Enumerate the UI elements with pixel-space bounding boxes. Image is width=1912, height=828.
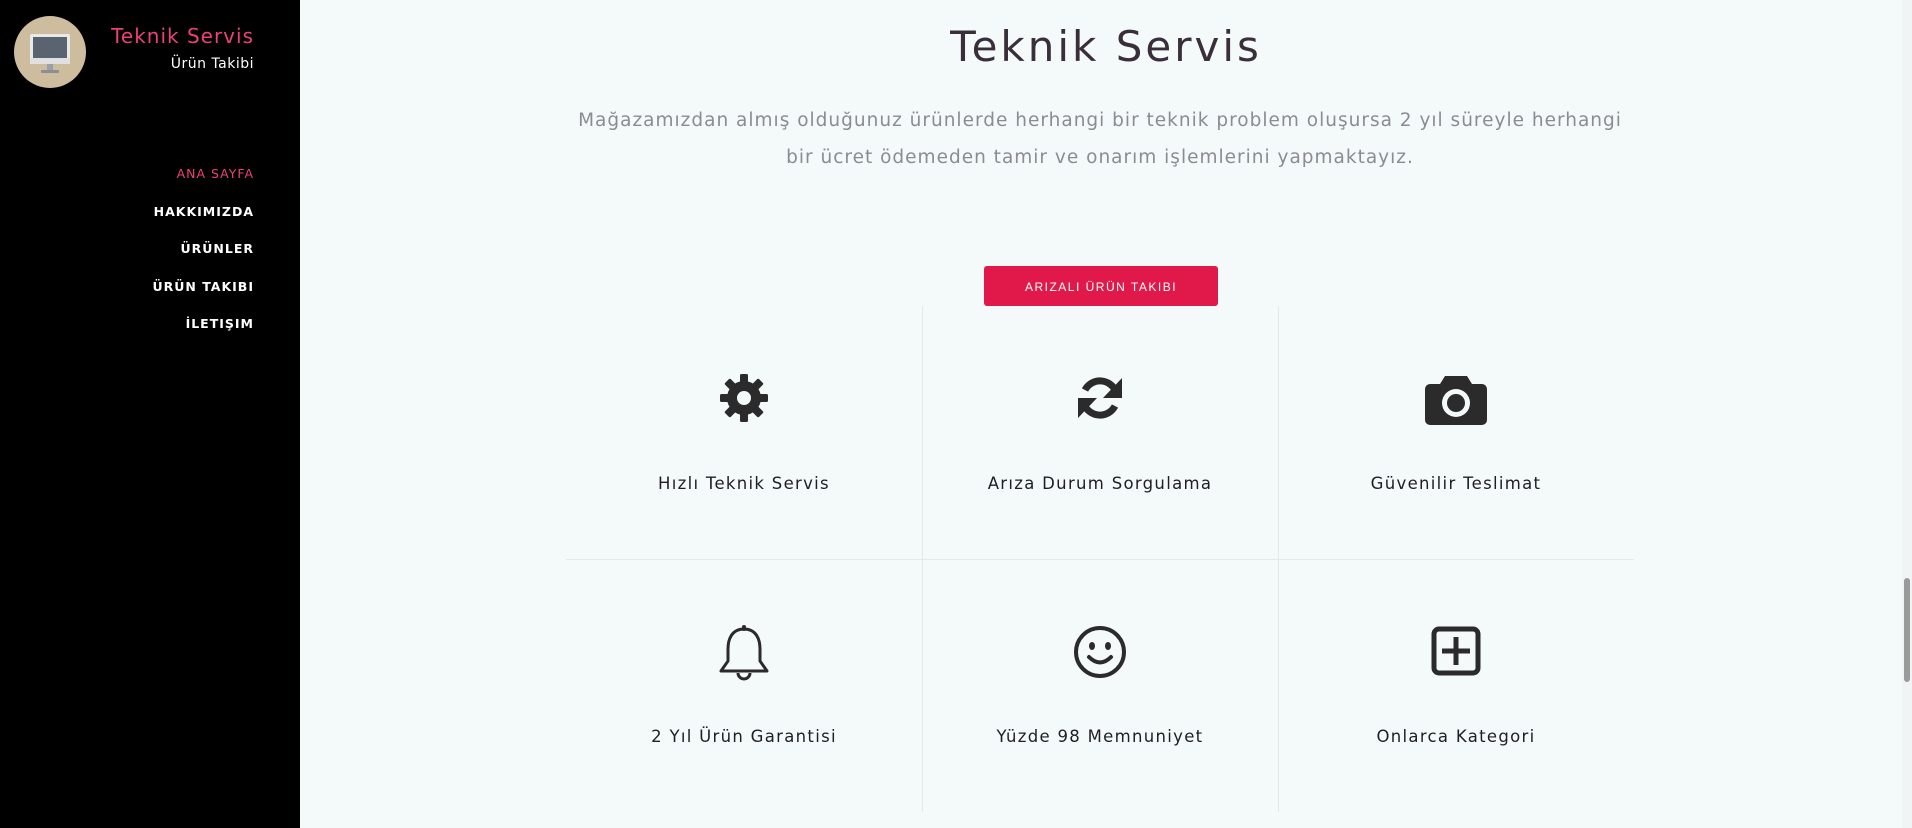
- nav-item-urun-takibi[interactable]: ÜRÜN TAKIBI: [153, 276, 255, 314]
- feature-reliable-delivery: Güvenilir Teslimat: [1278, 306, 1634, 559]
- nav-item-iletisim[interactable]: İLETIŞIM: [153, 313, 255, 351]
- feature-label: 2 Yıl Ürün Garantisi: [651, 727, 837, 746]
- monitor-icon: [30, 34, 70, 73]
- sidebar: Teknik Servis Ürün Takibi ANA SAYFA HAKK…: [0, 0, 300, 828]
- feature-label: Güvenilir Teslimat: [1370, 474, 1542, 493]
- nav-item-urunler[interactable]: ÜRÜNLER: [153, 238, 255, 276]
- feature-label: Hızlı Teknik Servis: [658, 474, 830, 493]
- scrollbar[interactable]: [1902, 0, 1912, 828]
- main-content: Teknik Servis Mağazamızdan almış olduğun…: [300, 0, 1912, 828]
- feature-label: Yüzde 98 Memnuniyet: [996, 727, 1204, 746]
- main-nav: ANA SAYFA HAKKIMIZDA ÜRÜNLER ÜRÜN TAKIBI…: [153, 163, 255, 351]
- feature-fast-service: Hızlı Teknik Servis: [566, 306, 922, 559]
- feature-warranty: 2 Yıl Ürün Garantisi: [566, 559, 922, 812]
- feature-label: Onlarca Kategori: [1376, 727, 1536, 746]
- gear-icon: [720, 374, 768, 422]
- features-grid: Hızlı Teknik Servis Arıza Durum Sorgulam…: [566, 306, 1634, 812]
- nav-item-hakkimizda[interactable]: HAKKIMIZDA: [153, 201, 255, 239]
- plus-square-icon: [1431, 626, 1481, 676]
- brand-title[interactable]: Teknik Servis: [111, 24, 254, 48]
- refresh-icon: [1078, 377, 1122, 419]
- logo[interactable]: [14, 16, 86, 88]
- page-title: Teknik Servis: [950, 22, 1262, 71]
- bell-icon: [719, 625, 769, 681]
- camera-icon: [1425, 376, 1487, 425]
- brand-subtitle: Ürün Takibi: [170, 56, 254, 72]
- faulty-product-tracking-button[interactable]: ARIZALI ÜRÜN TAKIBI: [984, 266, 1218, 306]
- scrollbar-thumb[interactable]: [1904, 578, 1910, 682]
- intro-text: Mağazamızdan almış olduğunuz ürünlerde h…: [578, 110, 1622, 168]
- feature-label: Arıza Durum Sorgulama: [987, 474, 1213, 493]
- nav-item-ana-sayfa[interactable]: ANA SAYFA: [153, 163, 255, 201]
- smile-icon: [1074, 626, 1126, 678]
- feature-satisfaction: Yüzde 98 Memnuniyet: [922, 559, 1278, 812]
- feature-fault-status: Arıza Durum Sorgulama: [922, 306, 1278, 559]
- feature-categories: Onlarca Kategori: [1278, 559, 1634, 812]
